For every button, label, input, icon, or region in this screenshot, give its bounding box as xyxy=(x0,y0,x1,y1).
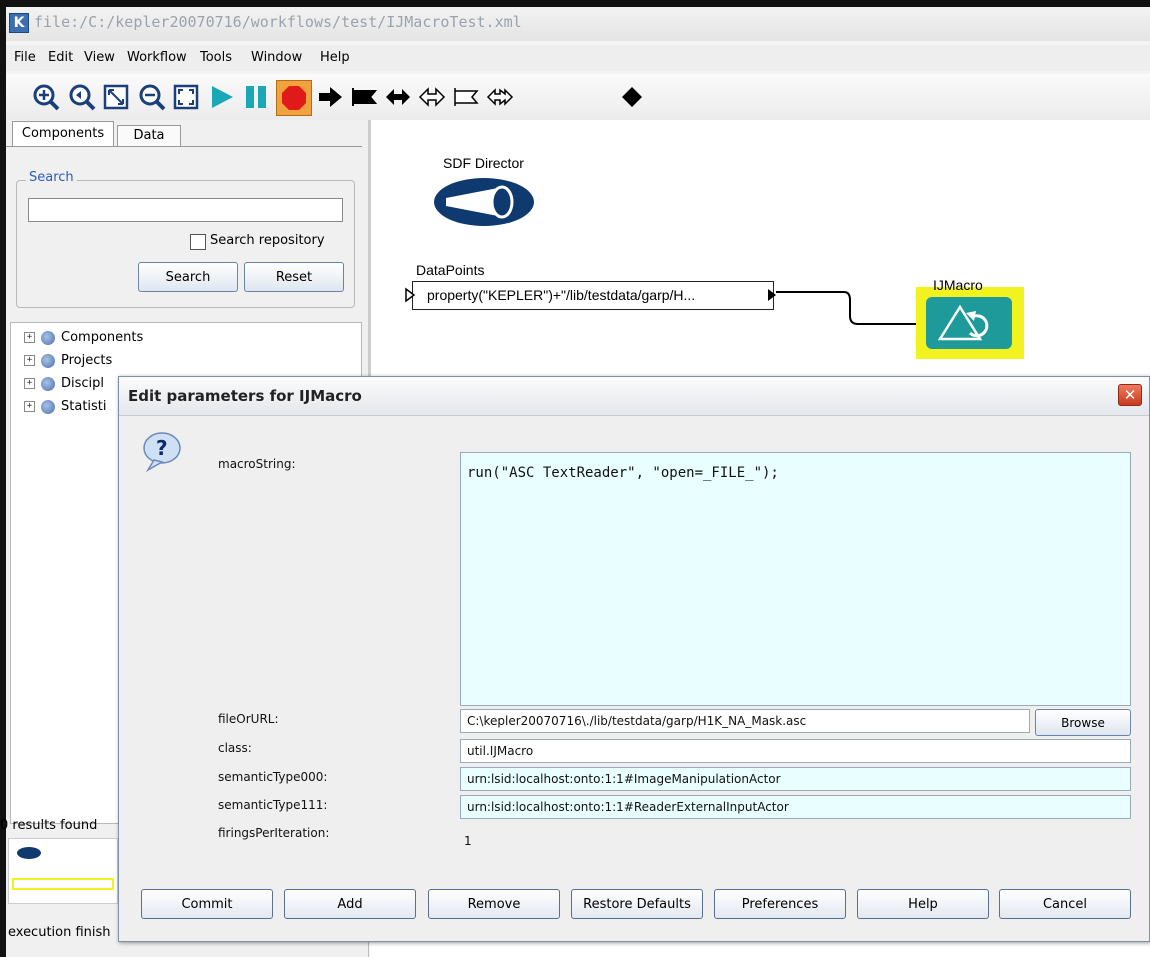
semantictype111-field[interactable]: urn:lsid:localhost:onto:1:1#ReaderExtern… xyxy=(460,795,1131,819)
port-right-icon[interactable] xyxy=(314,80,346,114)
tab-divider xyxy=(6,146,362,147)
datapoints-expression[interactable]: property("KEPLER")+"/lib/testdata/garp/H… xyxy=(412,281,774,310)
tree-item-label: Components xyxy=(61,330,144,345)
commit-button[interactable]: Commit xyxy=(141,889,273,919)
fileorurl-label: fileOrURL: xyxy=(218,712,279,726)
fullscreen-icon[interactable] xyxy=(170,80,202,114)
window-title: file:/C:/kepler20070716/workflows/test/I… xyxy=(34,13,522,31)
image-macro-icon xyxy=(937,304,989,341)
search-input[interactable] xyxy=(28,198,343,222)
expand-icon[interactable]: + xyxy=(24,401,35,412)
ijmacro-actor[interactable] xyxy=(926,297,1012,349)
add-button[interactable]: Add xyxy=(284,889,416,919)
menu-edit[interactable]: Edit xyxy=(48,50,73,65)
port-double-icon[interactable] xyxy=(382,80,414,114)
expand-icon[interactable]: + xyxy=(24,378,35,389)
stop-icon[interactable] xyxy=(276,80,312,116)
firingsperiteration-label: firingsPerIteration: xyxy=(218,826,330,840)
folder-globe-icon xyxy=(41,353,55,368)
menu-file[interactable]: File xyxy=(14,50,36,65)
pause-icon[interactable] xyxy=(240,80,272,114)
preview-thumbnail-icon xyxy=(12,847,114,890)
sdf-director-icon[interactable] xyxy=(432,176,538,228)
zoom-in-icon[interactable] xyxy=(30,80,62,114)
tree-item-label: Discipl xyxy=(61,376,105,391)
remove-button[interactable]: Remove xyxy=(428,889,560,919)
folder-globe-icon xyxy=(41,376,55,391)
help-button[interactable]: Help xyxy=(857,889,989,919)
reset-button[interactable]: Reset xyxy=(244,262,344,292)
tree-item-statistics[interactable]: + Statisti xyxy=(24,399,107,414)
results-count: 0 results found xyxy=(0,818,98,833)
port-outline-double-icon[interactable] xyxy=(484,80,516,114)
semantictype111-label: semanticType111: xyxy=(218,798,328,812)
folder-globe-icon xyxy=(41,330,55,345)
semantictype000-label: semanticType000: xyxy=(218,770,328,784)
port-outline-flag-icon[interactable] xyxy=(450,80,482,114)
zoom-reset-icon[interactable] xyxy=(66,80,98,114)
close-icon[interactable]: ✕ xyxy=(1118,384,1142,406)
preferences-button[interactable]: Preferences xyxy=(714,889,846,919)
tree-item-projects[interactable]: + Projects xyxy=(24,353,112,368)
tab-data[interactable]: Data xyxy=(117,125,181,146)
restore-defaults-button[interactable]: Restore Defaults xyxy=(571,889,703,919)
folder-globe-icon xyxy=(41,399,55,414)
kepler-app-icon: K xyxy=(9,13,29,33)
tree-item-components[interactable]: + Components xyxy=(24,330,143,345)
tree-item-disciplines[interactable]: + Discipl xyxy=(24,376,104,391)
search-repository-label: Search repository xyxy=(210,233,325,248)
menu-help[interactable]: Help xyxy=(320,50,350,65)
question-icon: ? xyxy=(143,432,181,472)
expand-icon[interactable]: + xyxy=(24,332,35,343)
actor-label: IJMacro xyxy=(933,277,983,293)
relation-diamond-icon[interactable] xyxy=(616,80,648,114)
status-text: execution finish xyxy=(8,925,111,940)
input-port-icon xyxy=(405,287,416,303)
port-flag-icon[interactable] xyxy=(348,80,380,114)
cancel-button[interactable]: Cancel xyxy=(999,889,1131,919)
class-field[interactable]: util.IJMacro xyxy=(460,739,1131,763)
results-preview xyxy=(8,838,118,904)
macrostring-label: macroString: xyxy=(218,457,296,471)
menu-workflow[interactable]: Workflow xyxy=(127,50,187,65)
search-button[interactable]: Search xyxy=(138,262,238,292)
fileorurl-field[interactable]: C:\kepler20070716\./lib/testdata/garp/H1… xyxy=(460,709,1030,733)
tree-item-label: Projects xyxy=(61,353,113,368)
connection-link xyxy=(776,291,926,325)
semantictype000-field[interactable]: urn:lsid:localhost:onto:1:1#ImageManipul… xyxy=(460,767,1131,791)
expand-icon[interactable]: + xyxy=(24,355,35,366)
search-legend: Search xyxy=(26,170,77,185)
menu-tools[interactable]: Tools xyxy=(200,50,232,65)
firingsperiteration-value[interactable]: 1 xyxy=(464,834,472,848)
director-label: SDF Director xyxy=(443,155,524,171)
search-repository-checkbox[interactable] xyxy=(190,234,206,250)
port-outline-icon[interactable] xyxy=(416,80,448,114)
datapoints-label: DataPoints xyxy=(416,262,485,278)
tree-item-label: Statisti xyxy=(61,399,107,414)
macrostring-textarea[interactable]: run("ASC TextReader", "open=_FILE_"); xyxy=(460,452,1131,706)
zoom-fit-icon[interactable] xyxy=(100,80,132,114)
tab-components[interactable]: Components xyxy=(12,121,114,146)
menu-view[interactable]: View xyxy=(84,50,115,65)
run-icon[interactable] xyxy=(206,80,238,114)
browse-button[interactable]: Browse xyxy=(1035,709,1131,736)
class-label: class: xyxy=(218,741,252,755)
zoom-out-icon[interactable] xyxy=(136,80,168,114)
dialog-title: Edit parameters for IJMacro xyxy=(128,387,362,405)
svg-text:?: ? xyxy=(156,436,168,460)
menu-window[interactable]: Window xyxy=(251,50,302,65)
splitter-handle[interactable] xyxy=(368,120,371,380)
